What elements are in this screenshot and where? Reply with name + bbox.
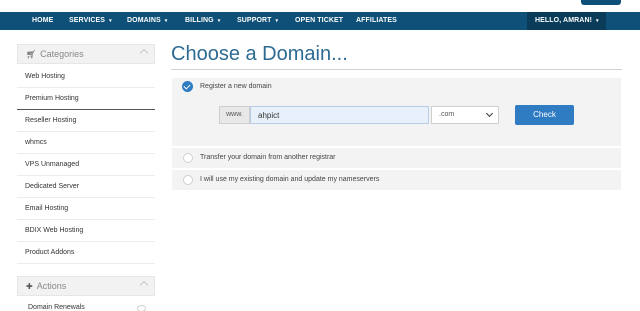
check-button[interactable]: Check: [515, 105, 574, 125]
sidebar-item-bdix-web-hosting[interactable]: BDIX Web Hosting: [17, 220, 155, 242]
top-header-button[interactable]: [581, 0, 621, 5]
user-greeting-label: HELLO, AMRAN!: [535, 17, 593, 24]
sidebar-item-label: Domain Renewals: [28, 304, 85, 311]
chevron-down-icon: [485, 109, 494, 118]
user-greeting: HELLO, AMRAN! ▾: [535, 12, 599, 30]
chevron-down-icon: ▾: [596, 18, 599, 24]
sidebar-item-label: Product Addons: [25, 249, 75, 256]
sidebar-item-label: VPS Unmanaged: [25, 161, 80, 168]
nav-support-label: SUPPORT: [237, 17, 272, 24]
actions-panel-title: ✚ Actions: [26, 281, 66, 291]
nav-domains-label: DOMAINS: [127, 17, 161, 24]
plus-icon: ✚: [26, 282, 33, 291]
sidebar-item-label: whmcs: [25, 139, 47, 146]
transfer-option-radio[interactable]: [183, 153, 193, 163]
sidebar-item-whmcs[interactable]: whmcs: [17, 132, 155, 154]
sidebar-item-label: BDIX Web Hosting: [25, 227, 84, 234]
tld-select-value: .com: [439, 111, 455, 118]
main-navbar: HOME SERVICES ▾ DOMAINS ▾ BILLING ▾ SUPPORT…: [0, 12, 640, 30]
nav-billing[interactable]: BILLING ▾: [185, 12, 220, 30]
nav-services-label: SERVICES: [69, 17, 106, 24]
chevron-down-icon: ▾: [109, 18, 112, 24]
nav-open-ticket[interactable]: OPEN TICKET: [295, 12, 343, 30]
sidebar-item-vps-unmanaged[interactable]: VPS Unmanaged: [17, 154, 155, 176]
sidebar-item-domain-renewals[interactable]: Domain Renewals: [17, 297, 155, 311]
sidebar: 🛒︎ Categories: [17, 44, 155, 64]
nav-domains[interactable]: DOMAINS ▾: [127, 12, 167, 30]
tld-select[interactable]: .com: [431, 106, 499, 124]
sidebar-item-product-addons[interactable]: Product Addons: [17, 242, 155, 264]
page-title: Choose a Domain...: [171, 43, 348, 65]
domain-search-input[interactable]: [250, 106, 429, 124]
chevron-down-icon: ▾: [217, 18, 221, 24]
nav-home-label: HOME: [32, 17, 54, 24]
sidebar-item-label: Email Hosting: [25, 205, 69, 212]
sidebar-item-dedicated-server[interactable]: Dedicated Server: [17, 176, 155, 198]
nav-open-ticket-label: OPEN TICKET: [295, 17, 344, 24]
nav-services[interactable]: SERVICES ▾: [69, 12, 112, 30]
sidebar-item-reseller-hosting[interactable]: Reseller Hosting: [17, 110, 155, 132]
checkmark-icon: [183, 82, 191, 90]
refresh-icon: [137, 305, 146, 311]
top-strip: [0, 0, 640, 12]
title-divider: [171, 69, 622, 70]
sidebar-item-web-hosting[interactable]: Web Hosting: [17, 66, 155, 88]
categories-panel-header[interactable]: 🛒︎ Categories: [17, 44, 155, 64]
register-option-label[interactable]: Register a new domain: [200, 83, 272, 90]
nav-home[interactable]: HOME: [32, 12, 53, 30]
nav-affiliates-label: AFFILIATES: [356, 17, 397, 24]
existing-option-radio[interactable]: [183, 175, 193, 185]
nav-billing-label: BILLING: [185, 17, 214, 24]
chevron-down-icon: ▾: [164, 18, 168, 24]
existing-option-label[interactable]: I will use my existing domain and update…: [200, 176, 379, 183]
actions-panel-header[interactable]: ✚ Actions: [17, 276, 155, 296]
user-menu[interactable]: HELLO, AMRAN! ▾: [527, 12, 606, 30]
sidebar-item-label: Premium Hosting: [25, 95, 79, 102]
chevron-down-icon: ▾: [275, 18, 279, 24]
sidebar-item-premium-hosting[interactable]: Premium Hosting: [17, 88, 155, 110]
nav-affiliates[interactable]: AFFILIATES: [356, 12, 397, 30]
categories-title-label: Categories: [40, 49, 84, 59]
actions-title-label: Actions: [36, 281, 67, 291]
categories-panel-title: 🛒︎ Categories: [26, 49, 84, 59]
sidebar-item-label: Reseller Hosting: [25, 117, 77, 124]
www-prefix: www.: [219, 106, 250, 124]
cart-icon: 🛒︎: [26, 50, 37, 59]
sidebar-item-label: Web Hosting: [25, 73, 65, 80]
sidebar-item-email-hosting[interactable]: Email Hosting: [17, 198, 155, 220]
transfer-option-label[interactable]: Transfer your domain from another regist…: [200, 154, 336, 161]
chevron-up-icon[interactable]: [139, 48, 149, 58]
nav-support[interactable]: SUPPORT ▾: [237, 12, 278, 30]
chevron-up-icon[interactable]: [139, 280, 149, 290]
register-option-radio[interactable]: [182, 81, 193, 92]
sidebar-item-label: Dedicated Server: [25, 183, 80, 190]
